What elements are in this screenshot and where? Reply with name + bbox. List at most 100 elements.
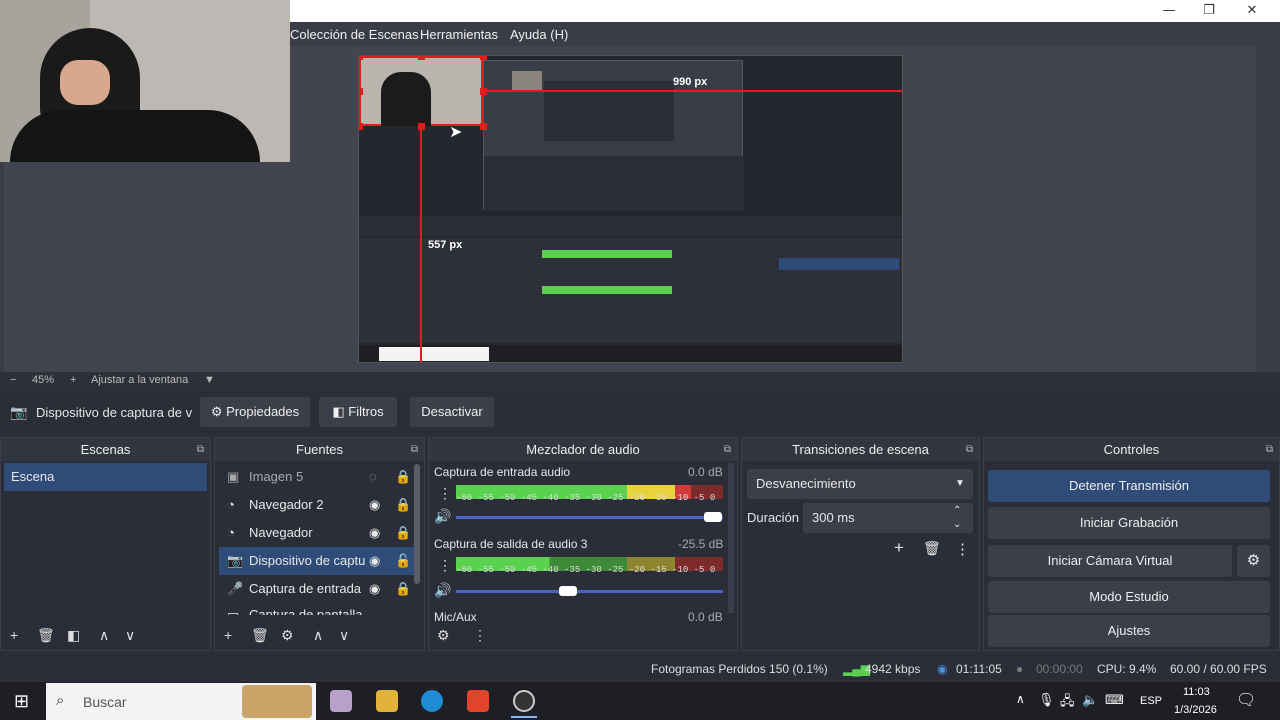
virtual-camera-button[interactable]: Iniciar Cámara Virtual: [988, 545, 1232, 577]
windows-start-icon[interactable]: ⊞: [14, 691, 29, 712]
lock-icon[interactable]: 🔒: [395, 491, 411, 519]
file-explorer-icon[interactable]: [376, 690, 398, 712]
deactivate-button[interactable]: Desactivar: [410, 397, 494, 427]
brave-icon[interactable]: [467, 690, 489, 712]
zoom-level: 45%: [32, 374, 55, 386]
studio-mode-button[interactable]: Modo Estudio: [988, 581, 1270, 613]
eye-icon[interactable]: ◉: [369, 547, 380, 575]
stop-streaming-button[interactable]: Detener Transmisión: [988, 470, 1270, 502]
resize-handle-bl[interactable]: [359, 123, 363, 130]
notifications-icon[interactable]: 🗨: [1236, 690, 1256, 710]
add-icon[interactable]: +: [10, 627, 18, 643]
source-item-selected[interactable]: 📷 Dispositivo de captu ◉ 🔓: [219, 547, 420, 575]
trash-icon[interactable]: 🗑: [37, 627, 55, 644]
resize-handle-b[interactable]: [418, 123, 425, 130]
obs-icon[interactable]: [513, 690, 535, 712]
settings-button[interactable]: Ajustes: [988, 615, 1270, 647]
lock-icon[interactable]: 🔒: [395, 575, 411, 603]
resize-handle-tr[interactable]: [480, 56, 487, 60]
undock-icon[interactable]: ⧉: [197, 438, 204, 461]
transition-select[interactable]: Desvanecimiento ▼: [747, 469, 973, 499]
undock-icon[interactable]: ⧉: [411, 438, 418, 461]
selected-source-box[interactable]: [359, 56, 483, 126]
trash-icon[interactable]: 🗑: [251, 627, 269, 644]
speaker-icon[interactable]: 🔊: [434, 508, 451, 525]
network-icon[interactable]: 🖧: [1060, 692, 1075, 714]
menu-tools[interactable]: Herramientas: [420, 27, 498, 42]
stepper-down-icon[interactable]: ⌄: [953, 510, 961, 540]
resize-handle-br[interactable]: [480, 123, 487, 130]
more-icon[interactable]: ⋮: [438, 557, 452, 574]
volume-icon[interactable]: 🔈: [1082, 692, 1098, 708]
eye-icon[interactable]: ◉: [369, 519, 380, 547]
up-arrow-icon[interactable]: ∧: [99, 627, 109, 644]
up-arrow-icon[interactable]: ∧: [313, 627, 323, 644]
duration-label: Duración: [747, 510, 800, 525]
eye-icon[interactable]: ◉: [369, 575, 380, 603]
keyboard-icon[interactable]: ⌨: [1105, 692, 1124, 708]
chevron-down-icon[interactable]: ▼: [204, 374, 215, 386]
more-icon[interactable]: ⋮: [955, 540, 970, 558]
edge-icon[interactable]: [421, 690, 443, 712]
mixer-header: Mezclador de audio ⧉: [429, 438, 737, 461]
taskbar-search[interactable]: ⌕ Buscar: [46, 683, 316, 720]
volume-slider[interactable]: [456, 516, 723, 519]
duration-input[interactable]: 300 ms ⌃ ⌄: [803, 503, 973, 533]
copilot-icon[interactable]: [330, 690, 352, 712]
filters-button[interactable]: ◧ Filtros: [319, 397, 397, 427]
mixer-scrollbar[interactable]: [728, 463, 734, 613]
undock-icon[interactable]: ⧉: [966, 438, 973, 461]
maximize-button[interactable]: ❐: [1186, 2, 1232, 20]
more-icon[interactable]: ⋮: [473, 627, 487, 644]
add-icon[interactable]: +: [224, 627, 232, 643]
down-arrow-icon[interactable]: ∨: [125, 627, 135, 644]
start-recording-button[interactable]: Iniciar Grabación: [988, 507, 1270, 539]
gear-icon[interactable]: ⚙: [1237, 545, 1270, 577]
resize-handle-r[interactable]: [480, 88, 487, 95]
clock-time[interactable]: 11:03: [1183, 686, 1210, 698]
mic-tray-icon[interactable]: 🎙: [1038, 692, 1055, 708]
filter-icon[interactable]: ◧: [67, 627, 80, 644]
unlock-icon[interactable]: 🔓: [395, 547, 411, 575]
source-item[interactable]: ◔ Navegador ◉ 🔒: [219, 519, 420, 547]
undock-icon[interactable]: ⧉: [1266, 438, 1273, 461]
zoom-in-button[interactable]: +: [70, 374, 76, 386]
source-item[interactable]: ▭ Captura de pantalla: [219, 601, 420, 615]
volume-slider-knob[interactable]: [559, 586, 577, 596]
source-item[interactable]: 🎤 Captura de entrada ◉ 🔒: [219, 575, 420, 603]
add-icon[interactable]: +: [894, 538, 904, 558]
guide-line-horizontal: [483, 90, 902, 92]
lock-icon[interactable]: 🔒: [395, 463, 411, 491]
resize-handle-tl[interactable]: [359, 56, 363, 60]
down-arrow-icon[interactable]: ∨: [339, 627, 349, 644]
eye-icon[interactable]: ◉: [369, 491, 380, 519]
sources-scrollbar[interactable]: [414, 464, 420, 584]
language-indicator[interactable]: ESP: [1140, 695, 1162, 707]
undock-icon[interactable]: ⧉: [724, 438, 731, 461]
volume-slider[interactable]: [456, 590, 723, 593]
search-icon: ⌕: [56, 692, 65, 709]
tray-chevron-icon[interactable]: ∧: [1016, 692, 1025, 706]
program-canvas[interactable]: 990 px 557 px ➤: [358, 55, 903, 363]
lock-icon[interactable]: 🔒: [395, 519, 411, 547]
live-icon: ◉: [937, 662, 948, 676]
menu-scene-collection[interactable]: Colección de Escenas: [290, 27, 419, 42]
menu-help[interactable]: Ayuda (H): [510, 27, 568, 42]
close-button[interactable]: ✕: [1229, 2, 1275, 20]
volume-slider-knob[interactable]: [704, 512, 722, 522]
trash-icon[interactable]: 🗑: [923, 540, 941, 557]
clock-date[interactable]: 1/3/2026: [1174, 704, 1217, 716]
gear-icon[interactable]: ⚙: [281, 627, 294, 644]
properties-button[interactable]: ⚙ Propiedades: [200, 397, 310, 427]
gear-icon[interactable]: ⚙: [437, 627, 450, 644]
speaker-icon[interactable]: 🔊: [434, 582, 451, 599]
source-item[interactable]: ◔ Navegador 2 ◉ 🔒: [219, 491, 420, 519]
scene-item[interactable]: Escena: [4, 463, 207, 491]
resize-handle-t[interactable]: [418, 56, 425, 60]
more-icon[interactable]: ⋮: [438, 485, 452, 502]
eye-hidden-icon[interactable]: ◌: [369, 463, 377, 491]
resize-handle-l[interactable]: [359, 88, 363, 95]
fit-window-button[interactable]: Ajustar a la ventana: [91, 374, 188, 386]
source-item[interactable]: ▣ Imagen 5 ◌ 🔒: [219, 463, 420, 491]
zoom-out-button[interactable]: −: [10, 374, 16, 386]
